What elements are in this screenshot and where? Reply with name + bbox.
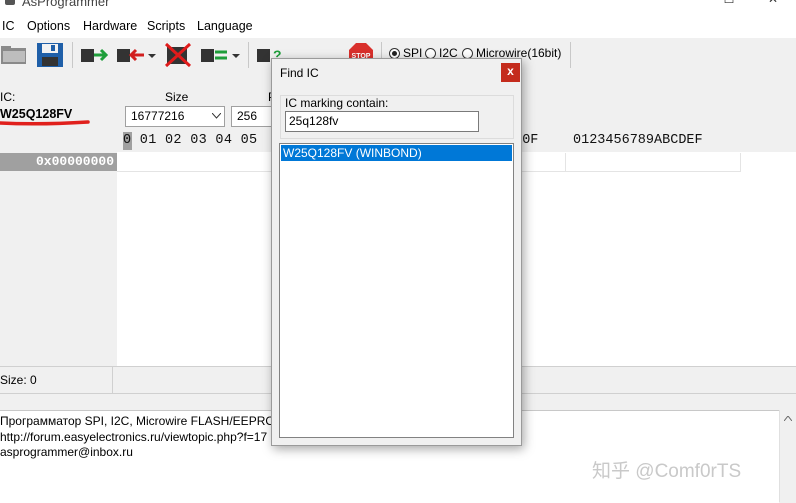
erase-chip-icon[interactable] bbox=[164, 42, 192, 68]
dialog-close-button[interactable]: x bbox=[501, 63, 520, 82]
ic-result-item[interactable]: W25Q128FV (WINBOND) bbox=[281, 145, 512, 161]
open-file-icon[interactable] bbox=[0, 42, 28, 68]
dialog-title: Find IC bbox=[280, 66, 319, 80]
log-line: asprogrammer@inbox.ru bbox=[0, 445, 133, 459]
ic-search-input[interactable]: 25q128fv bbox=[285, 111, 479, 132]
chevron-down-icon[interactable] bbox=[232, 54, 240, 59]
menu-hardware[interactable]: Hardware bbox=[83, 19, 137, 33]
ascii-header: 0123456789ABCDEF bbox=[573, 133, 703, 148]
log-line: Программатор SPI, I2C, Microwire FLASH/E… bbox=[0, 414, 285, 428]
chevron-down-icon bbox=[212, 113, 221, 119]
toolbar-separator bbox=[570, 42, 571, 68]
size-value: 16777216 bbox=[131, 109, 185, 123]
app-title: AsProgrammer bbox=[22, 0, 110, 9]
status-divider bbox=[112, 367, 113, 393]
menu-language[interactable]: Language bbox=[197, 19, 253, 33]
close-icon[interactable]: ✕ bbox=[750, 0, 796, 12]
maximize-icon[interactable]: ☐ bbox=[706, 0, 752, 12]
find-ic-dialog: Find IC x IC marking contain: 25q128fv W… bbox=[271, 58, 522, 446]
search-label: IC marking contain: bbox=[285, 96, 389, 110]
menu-options[interactable]: Options bbox=[27, 19, 70, 33]
red-underline-annotation bbox=[0, 120, 90, 126]
address-cell: 0x00000000 bbox=[0, 153, 117, 171]
watermark: 知乎 @Comf0rTS bbox=[592, 461, 742, 482]
write-chip-icon[interactable] bbox=[116, 42, 144, 68]
toolbar-separator bbox=[72, 42, 73, 68]
menu-scripts[interactable]: Scripts bbox=[147, 19, 185, 33]
hex-header-columns: 0 01 02 03 04 05 bbox=[123, 133, 258, 148]
menu-ic[interactable]: IC bbox=[2, 19, 15, 33]
ic-label: IC: bbox=[0, 90, 16, 104]
chevron-down-icon[interactable] bbox=[148, 54, 156, 59]
toolbar-separator bbox=[248, 42, 249, 68]
scroll-up-icon[interactable] bbox=[784, 416, 792, 421]
title-bar: AsProgrammer ─ ☐ ✕ bbox=[0, 0, 796, 14]
ic-results-list[interactable]: W25Q128FV (WINBOND) bbox=[279, 143, 514, 438]
read-chip-icon[interactable] bbox=[80, 42, 108, 68]
log-line: http://forum.easyelectronics.ru/viewtopi… bbox=[0, 430, 268, 444]
minimize-icon[interactable]: ─ bbox=[662, 0, 708, 12]
log-scrollbar[interactable] bbox=[779, 410, 796, 502]
menu-bar: IC Options Hardware Scripts Language bbox=[0, 14, 796, 38]
size-status: Size: 0 bbox=[0, 373, 37, 387]
save-file-icon[interactable] bbox=[36, 42, 64, 68]
verify-chip-icon[interactable] bbox=[200, 42, 228, 68]
hex-grid-line bbox=[740, 153, 741, 171]
page-size-value: 256 bbox=[237, 109, 258, 123]
size-select[interactable]: 16777216 bbox=[125, 106, 225, 127]
app-icon bbox=[5, 0, 15, 5]
size-label: Size bbox=[165, 90, 189, 104]
hex-grid-line bbox=[565, 153, 566, 171]
